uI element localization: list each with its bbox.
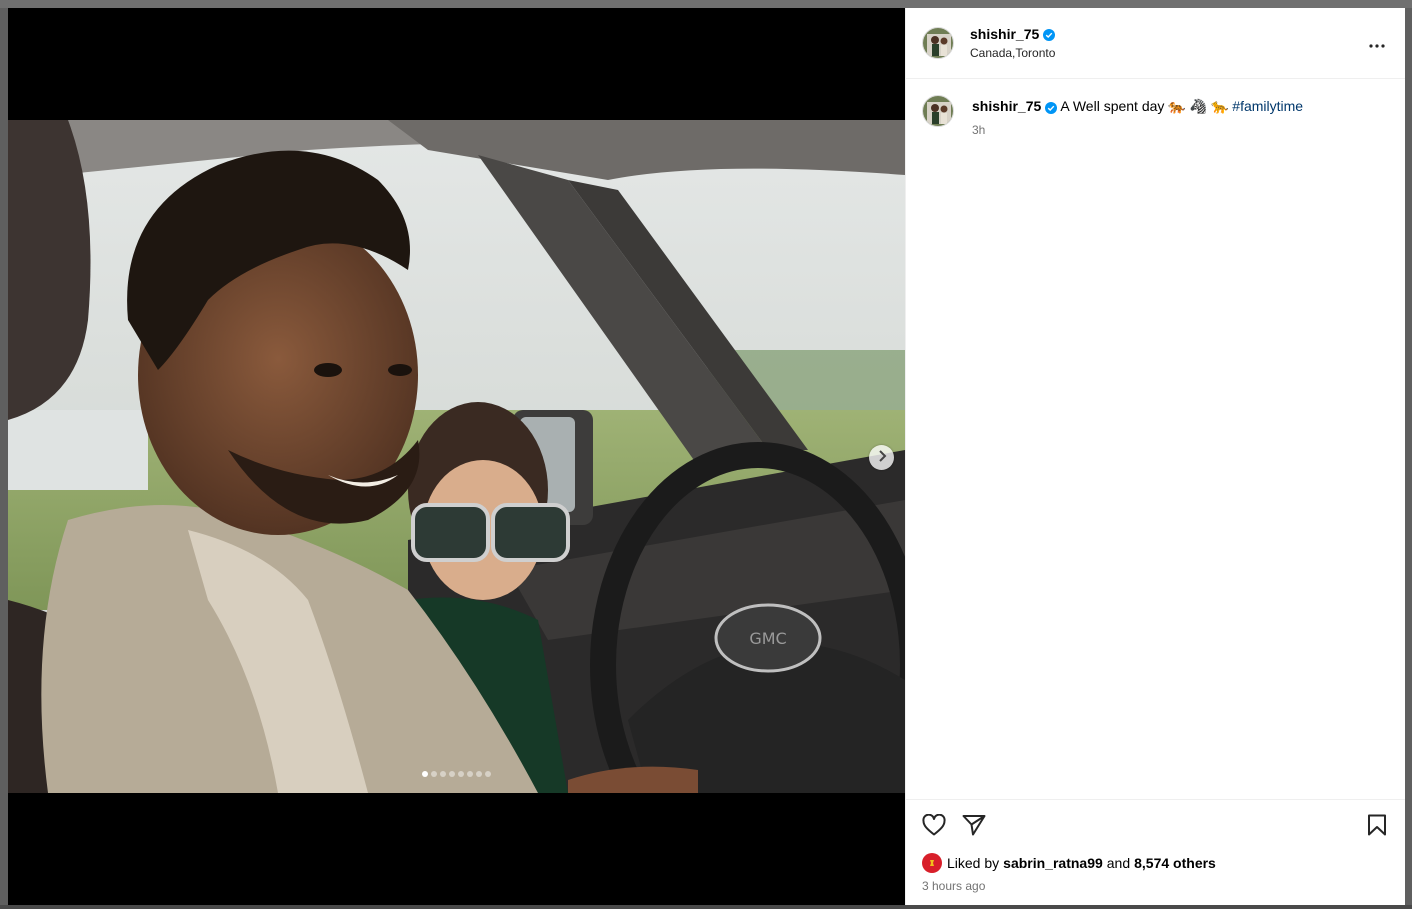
likes-prefix: Liked by	[947, 855, 1000, 871]
carousel-dot	[476, 771, 482, 777]
carousel-dot	[467, 771, 473, 777]
comments-section: shishir_75 A Well spent day 🐅 🦓 🐆 #famil…	[906, 79, 1405, 799]
carousel-dot	[431, 771, 437, 777]
caption-body: shishir_75 A Well spent day 🐅 🦓 🐆 #famil…	[972, 97, 1303, 139]
page-backdrop-top	[0, 0, 1412, 8]
author-username[interactable]: shishir_75	[970, 26, 1039, 42]
page-backdrop-bottom	[0, 905, 1412, 909]
post-side-panel: shishir_75 Canada,Toronto shishir_75 A W…	[905, 8, 1405, 905]
post-photo: GMC	[8, 120, 905, 793]
carousel-dot	[422, 771, 428, 777]
action-row	[922, 812, 1389, 840]
save-button[interactable]	[1365, 814, 1389, 838]
caption-text: A Well spent day 🐅 🦓 🐆	[1060, 98, 1229, 114]
likes-summary: Liked by sabrin_ratna99 and 8,574 others	[922, 853, 1389, 873]
bookmark-icon	[1367, 814, 1387, 839]
carousel-indicator	[8, 771, 905, 777]
caption-timestamp[interactable]: 3h	[972, 121, 1303, 139]
caption-author-avatar[interactable]	[922, 95, 954, 127]
carousel-dot	[485, 771, 491, 777]
liker-username[interactable]: sabrin_ratna99	[1003, 855, 1103, 871]
more-options-icon	[1369, 36, 1385, 51]
likes-others-link[interactable]: 8,574 others	[1134, 855, 1216, 871]
author-avatar[interactable]	[922, 27, 954, 59]
like-button[interactable]	[922, 813, 946, 839]
more-options-button[interactable]	[1365, 34, 1389, 52]
author-meta: shishir_75 Canada,Toronto	[970, 26, 1055, 60]
svg-text:GMC: GMC	[749, 629, 786, 648]
post-media: GMC	[8, 8, 905, 905]
heart-icon	[922, 813, 946, 839]
post-caption: shishir_75 A Well spent day 🐅 🦓 🐆 #famil…	[922, 95, 1389, 139]
carousel-dot	[458, 771, 464, 777]
caption-hashtag[interactable]: #familytime	[1232, 98, 1303, 114]
post-modal: GMC shishir_75 Canada,Toronto shishir_75…	[8, 8, 1405, 905]
liker-avatar[interactable]	[922, 853, 942, 873]
verified-badge-icon	[1045, 100, 1058, 114]
caption-username[interactable]: shishir_75	[972, 97, 1041, 115]
caption-username-link[interactable]: shishir_75	[972, 97, 1058, 115]
post-header: shishir_75 Canada,Toronto	[906, 8, 1405, 79]
post-timestamp[interactable]: 3 hours ago	[922, 879, 1389, 893]
carousel-dot	[440, 771, 446, 777]
paper-plane-icon	[962, 814, 986, 839]
carousel-next-button[interactable]	[869, 445, 894, 470]
carousel-dot	[449, 771, 455, 777]
likes-conjunction: and	[1106, 855, 1131, 871]
verified-badge-icon	[1043, 28, 1056, 41]
author-username-link[interactable]: shishir_75	[970, 26, 1056, 42]
chevron-right-icon	[877, 450, 887, 465]
post-actions: Liked by sabrin_ratna99 and 8,574 others…	[906, 799, 1405, 905]
share-button[interactable]	[962, 814, 986, 838]
post-location[interactable]: Canada,Toronto	[970, 46, 1055, 60]
